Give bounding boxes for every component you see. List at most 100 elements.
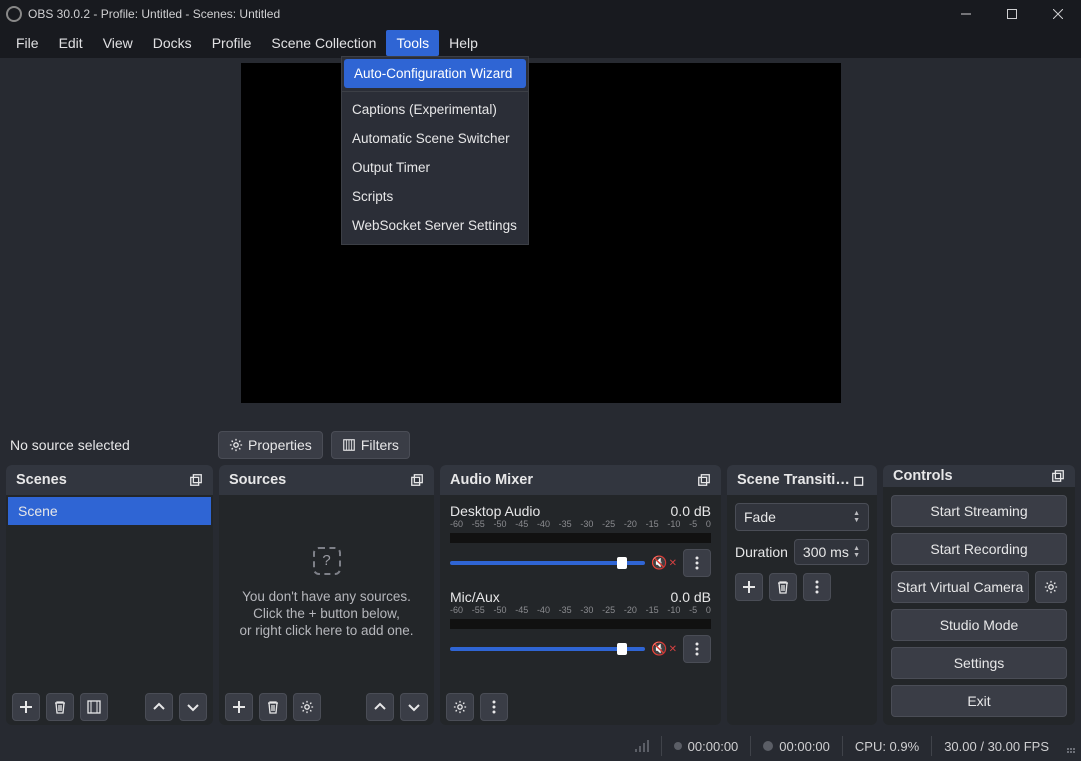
transitions-header: Scene Transiti…: [727, 465, 877, 495]
scene-filter-button[interactable]: [80, 693, 108, 721]
virtual-camera-settings-button[interactable]: [1035, 571, 1067, 603]
network-indicator: [623, 736, 661, 756]
filters-button[interactable]: Filters: [331, 431, 410, 459]
rec-dot-icon: [763, 741, 773, 751]
minimize-button[interactable]: [943, 0, 989, 28]
transitions-dock: Scene Transiti… Fade ▲▼ Duration 300 ms …: [727, 465, 877, 725]
properties-button[interactable]: Properties: [218, 431, 323, 459]
transitions-title: Scene Transiti…: [737, 472, 850, 488]
transition-more-button[interactable]: [803, 573, 831, 601]
resize-grip[interactable]: [1061, 739, 1075, 753]
cpu-label: CPU: 0.9%: [842, 736, 931, 756]
menu-scene-collection[interactable]: Scene Collection: [261, 30, 386, 56]
menu-docks[interactable]: Docks: [143, 30, 202, 56]
menubar: File Edit View Docks Profile Scene Colle…: [0, 28, 1081, 58]
menu-item-scripts[interactable]: Scripts: [342, 182, 528, 211]
scene-item[interactable]: Scene: [8, 497, 211, 525]
source-remove-button[interactable]: [259, 693, 287, 721]
close-button[interactable]: [1035, 0, 1081, 28]
popout-icon[interactable]: [189, 473, 203, 487]
gear-icon: [1044, 580, 1058, 594]
menu-edit[interactable]: Edit: [49, 30, 93, 56]
trash-icon: [266, 700, 280, 714]
volume-slider[interactable]: [450, 561, 645, 565]
audio-mixer-dock: Audio Mixer Desktop Audio 0.0 dB -60-55-…: [440, 465, 721, 725]
channel-name: Desktop Audio: [450, 503, 540, 519]
source-down-button[interactable]: [400, 693, 428, 721]
volume-slider[interactable]: [450, 647, 645, 651]
popout-icon[interactable]: [1051, 469, 1065, 483]
menu-separator: [342, 91, 528, 92]
status-bar: 00:00:00 00:00:00 CPU: 0.9% 30.00 / 30.0…: [0, 731, 1081, 761]
menu-item-scene-switcher[interactable]: Automatic Scene Switcher: [342, 124, 528, 153]
audio-meter: [450, 619, 711, 629]
channel-name: Mic/Aux: [450, 589, 500, 605]
audio-mixer-title: Audio Mixer: [450, 472, 533, 488]
maximize-button[interactable]: [989, 0, 1035, 28]
start-virtual-camera-button[interactable]: Start Virtual Camera: [891, 571, 1029, 603]
scene-down-button[interactable]: [179, 693, 207, 721]
mute-icon[interactable]: 🔇✕: [651, 641, 677, 657]
trash-icon: [776, 580, 790, 594]
sources-empty-line3: or right click here to add one.: [239, 623, 413, 638]
channel-more-button[interactable]: [683, 635, 711, 663]
filters-icon: [342, 438, 356, 452]
menu-item-auto-config[interactable]: Auto-Configuration Wizard: [344, 59, 526, 88]
scenes-dock: Scenes Scene: [6, 465, 213, 725]
mute-icon[interactable]: 🔇✕: [651, 555, 677, 571]
controls-dock: Controls Start Streaming Start Recording…: [883, 465, 1075, 725]
mixer-more-button[interactable]: [480, 693, 508, 721]
scene-up-button[interactable]: [145, 693, 173, 721]
popout-icon[interactable]: [853, 473, 867, 487]
controls-title: Controls: [893, 468, 953, 484]
audio-mixer-header: Audio Mixer: [440, 465, 721, 495]
menu-view[interactable]: View: [93, 30, 143, 56]
scenes-header: Scenes: [6, 465, 213, 495]
studio-mode-button[interactable]: Studio Mode: [891, 609, 1067, 641]
meter-ticks: -60-55-50-45-40-35-30-25-20-15-10-50: [450, 605, 711, 615]
source-toolbar: No source selected Properties Filters: [0, 425, 1081, 465]
live-dot-icon: [674, 742, 682, 750]
menu-tools[interactable]: Tools: [386, 30, 439, 56]
titlebar: OBS 30.0.2 - Profile: Untitled - Scenes:…: [0, 0, 1081, 28]
source-add-button[interactable]: [225, 693, 253, 721]
sources-empty-line1: You don't have any sources.: [242, 589, 411, 604]
transition-remove-button[interactable]: [769, 573, 797, 601]
rec-time: 00:00:00: [779, 739, 830, 754]
transition-select[interactable]: Fade ▲▼: [735, 503, 869, 531]
start-streaming-button[interactable]: Start Streaming: [891, 495, 1067, 527]
filters-label: Filters: [361, 437, 399, 453]
sources-empty: ? You don't have any sources. Click the …: [219, 495, 434, 689]
menu-file[interactable]: File: [6, 30, 49, 56]
source-properties-button[interactable]: [293, 693, 321, 721]
chevron-updown-icon: ▲▼: [853, 510, 860, 524]
docks-row: Scenes Scene Sources ? You don't have an…: [0, 465, 1081, 725]
menu-help[interactable]: Help: [439, 30, 488, 56]
duration-label: Duration: [735, 544, 788, 560]
duration-value: 300 ms: [803, 544, 849, 560]
scene-remove-button[interactable]: [46, 693, 74, 721]
start-recording-button[interactable]: Start Recording: [891, 533, 1067, 565]
rec-status: 00:00:00: [750, 736, 842, 756]
scene-add-button[interactable]: [12, 693, 40, 721]
sources-header: Sources: [219, 465, 434, 495]
channel-level: 0.0 dB: [671, 503, 711, 519]
menu-profile[interactable]: Profile: [202, 30, 262, 56]
popout-icon[interactable]: [697, 473, 711, 487]
mixer-channel: Desktop Audio 0.0 dB -60-55-50-45-40-35-…: [440, 495, 721, 581]
gear-icon: [229, 438, 243, 452]
source-up-button[interactable]: [366, 693, 394, 721]
mixer-settings-button[interactable]: [446, 693, 474, 721]
menu-item-websocket[interactable]: WebSocket Server Settings: [342, 211, 528, 240]
duration-input[interactable]: 300 ms ▲▼: [794, 539, 869, 565]
menu-item-captions[interactable]: Captions (Experimental): [342, 95, 528, 124]
preview-canvas[interactable]: [241, 63, 841, 403]
popout-icon[interactable]: [410, 473, 424, 487]
transition-selected: Fade: [744, 509, 776, 525]
channel-more-button[interactable]: [683, 549, 711, 577]
exit-button[interactable]: Exit: [891, 685, 1067, 717]
more-vert-icon: [492, 700, 496, 714]
menu-item-output-timer[interactable]: Output Timer: [342, 153, 528, 182]
transition-add-button[interactable]: [735, 573, 763, 601]
settings-button[interactable]: Settings: [891, 647, 1067, 679]
